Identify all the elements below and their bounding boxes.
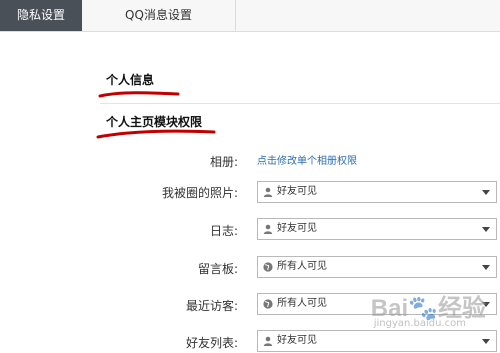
message-board-label: 留言板: (197, 262, 238, 276)
chevron-down-icon (482, 265, 490, 270)
modify-album-permission-link[interactable]: 点击修改单个相册权限 (257, 152, 357, 167)
blog-select[interactable]: 好友可见 (257, 218, 497, 240)
person-icon (263, 224, 273, 234)
red-underline-mark (98, 91, 180, 98)
tagged-photos-label: 我被圈的照片: (161, 186, 238, 200)
person-icon (263, 336, 273, 346)
select-value: 好友可见 (277, 335, 317, 346)
globe-icon (263, 299, 273, 309)
person-icon (263, 187, 273, 197)
album-label: 相册: (209, 155, 238, 169)
chevron-down-icon (482, 227, 490, 232)
red-underline-mark (96, 129, 216, 139)
chevron-down-icon (482, 339, 490, 344)
watermark-url: jingyan.baidu.com (373, 318, 466, 329)
select-value: 所有人可见 (277, 261, 327, 272)
select-value: 好友可见 (277, 186, 317, 197)
tab-qq-message-settings[interactable]: QQ消息设置 (82, 0, 236, 31)
blog-label: 日志: (209, 224, 238, 238)
section-heading-personal-info: 个人信息 (106, 73, 155, 87)
message-board-select[interactable]: 所有人可见 (257, 256, 497, 278)
tab-bar: 隐私设置 QQ消息设置 (0, 0, 500, 32)
friend-list-label: 好友列表: (185, 336, 238, 350)
friend-list-select[interactable]: 好友可见 (257, 330, 497, 352)
chevron-down-icon (482, 190, 490, 195)
recent-visitors-label: 最近访客: (185, 299, 238, 313)
tagged-photos-select[interactable]: 好友可见 (257, 181, 497, 203)
select-value: 好友可见 (277, 223, 317, 234)
tab-privacy-settings[interactable]: 隐私设置 (0, 0, 82, 31)
globe-icon (263, 262, 273, 272)
select-value: 所有人可见 (277, 298, 327, 309)
divider (100, 103, 500, 104)
